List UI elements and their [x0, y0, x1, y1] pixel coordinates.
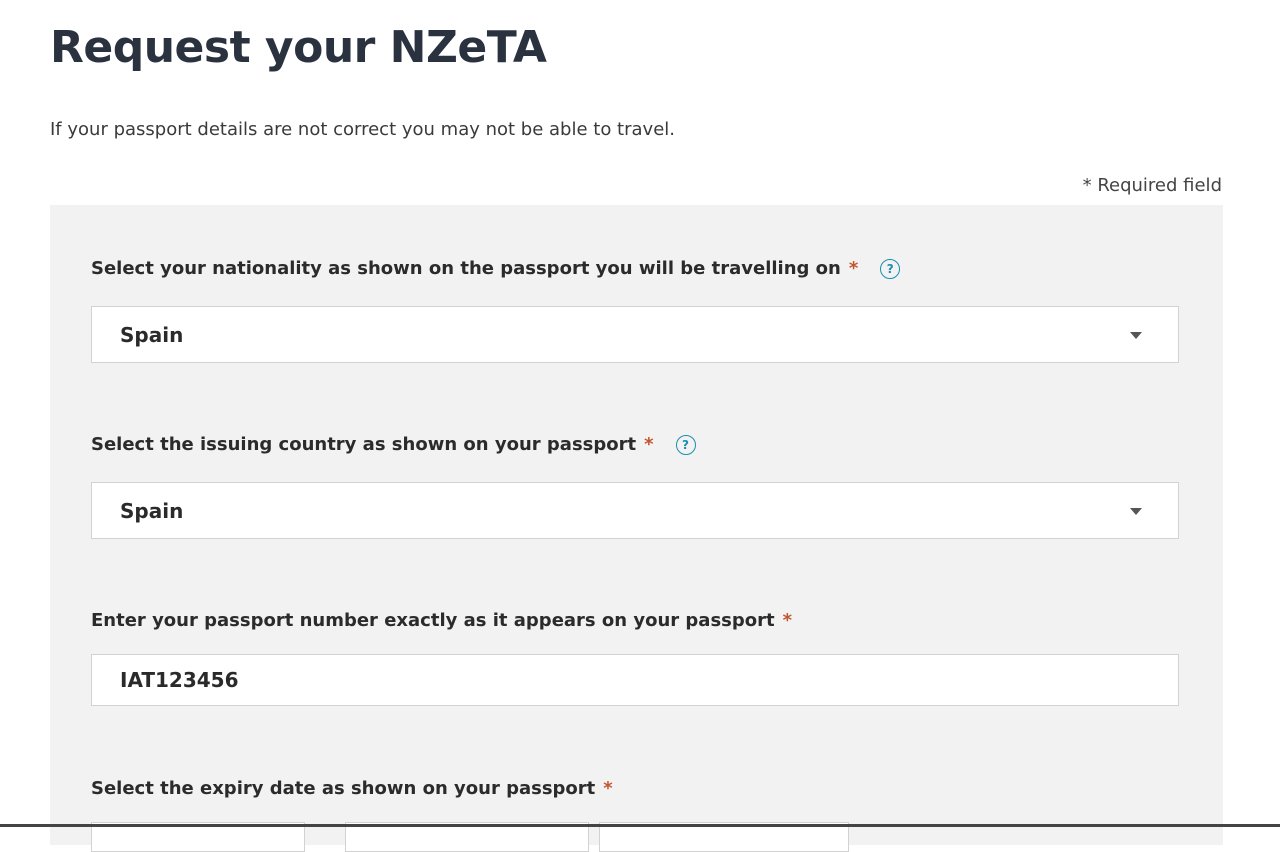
required-asterisk: * [603, 778, 613, 799]
issuing-country-label: Select the issuing country as shown on y… [91, 434, 696, 455]
expiry-date-label-text: Select the expiry date as shown on your … [91, 778, 596, 799]
passport-number-label-text: Enter your passport number exactly as it… [91, 610, 775, 631]
required-asterisk: * [848, 258, 859, 279]
passport-number-value: IAT123456 [120, 668, 239, 692]
passport-warning-text: If your passport details are not correct… [50, 119, 675, 140]
passport-number-input[interactable]: IAT123456 [91, 654, 1179, 706]
nationality-selected-value: Spain [120, 322, 184, 347]
passport-number-label: Enter your passport number exactly as it… [91, 610, 792, 631]
nationality-label: Select your nationality as shown on the … [91, 258, 901, 279]
caret-down-icon [1130, 331, 1142, 339]
issuing-country-label-text: Select the issuing country as shown on y… [91, 434, 637, 455]
question-circle-icon[interactable]: ? [880, 258, 901, 279]
expiry-date-label: Select the expiry date as shown on your … [91, 778, 613, 799]
issuing-country-selected-value: Spain [120, 498, 184, 523]
question-circle-icon[interactable]: ? [675, 434, 696, 455]
nationality-select[interactable]: Spain [91, 306, 1179, 363]
passport-form-panel: Select your nationality as shown on the … [50, 205, 1223, 852]
required-asterisk: * [644, 434, 654, 455]
page-title: Request your NZeTA [50, 22, 547, 73]
caret-down-icon [1130, 507, 1142, 515]
issuing-country-select[interactable]: Spain [91, 482, 1179, 539]
required-asterisk: * [782, 610, 793, 631]
nationality-label-text: Select your nationality as shown on the … [91, 258, 841, 279]
required-field-note: * Required field [1082, 175, 1222, 196]
